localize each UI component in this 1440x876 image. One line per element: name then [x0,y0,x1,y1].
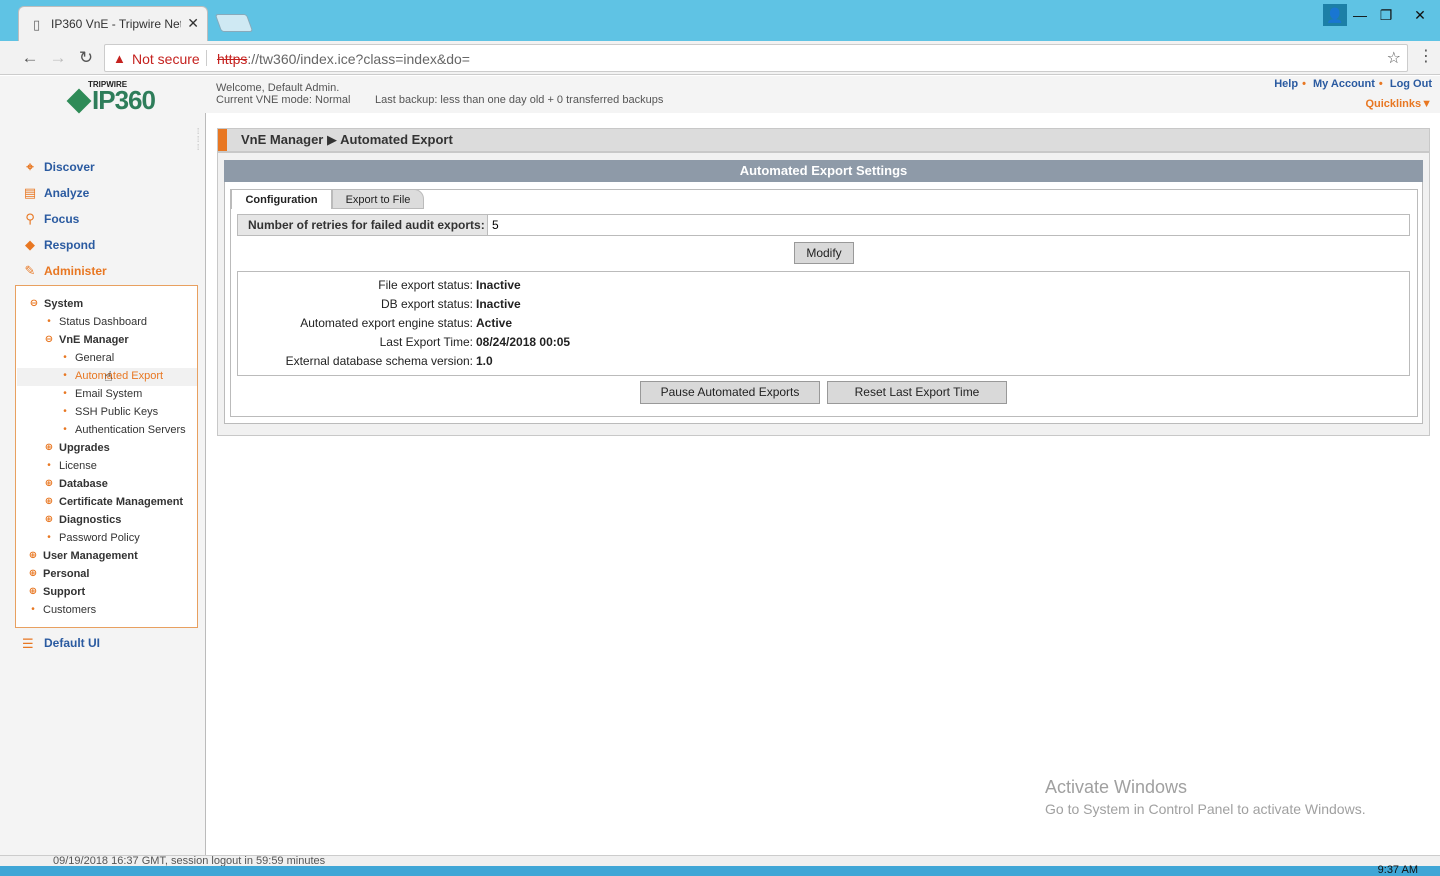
logo-diamond-icon [66,88,92,114]
reset-last-export-time-button[interactable]: Reset Last Export Time [827,381,1007,404]
expand-icon: ⊕ [28,586,38,597]
analyze-icon: ▤ [23,185,37,200]
tab-title: IP360 VnE - Tripwire Netw [51,17,181,31]
reload-icon[interactable]: ↻ [74,46,98,70]
close-window-icon[interactable]: ✕ [1408,4,1432,26]
tree-ssh-public-keys[interactable]: • SSH Public Keys [63,406,158,418]
collapse-icon: ⊖ [29,298,39,309]
quicklinks-menu[interactable]: Quicklinks▼ [1365,98,1432,110]
default-ui-link[interactable]: ☰ Default UI [22,636,100,651]
browser-toolbar: ← → ↻ ▲ Not secure https://tw360/index.i… [0,41,1440,75]
retries-row: Number of retries for failed audit expor… [237,214,1410,236]
discover-icon: ⌖ [26,159,34,174]
logout-link[interactable]: Log Out [1390,78,1432,90]
main-nav: ⌖ Discover ▤ Analyze ⚲ Focus ◆ Respond ✎ Admi… [22,158,107,288]
tree-database[interactable]: ⊕ Database [45,478,108,490]
taskbar-clock: 9:37 AM [1377,864,1418,876]
expand-icon: ⊕ [44,514,54,525]
mouse-cursor-icon: ☝ [104,368,113,384]
tab-export-to-file[interactable]: Export to File [332,189,424,209]
tree-support[interactable]: ⊕ Support [29,586,85,598]
address-divider [206,50,207,66]
tree-status-dashboard[interactable]: • Status Dashboard [47,316,147,328]
top-links: Help • My Account • Log Out [1274,78,1432,90]
forward-arrow-icon[interactable]: → [46,46,70,70]
nav-focus[interactable]: ⚲ Focus [22,210,107,236]
administer-icon: ✎ [24,263,36,278]
breadcrumb-arrow-icon: ▶ [326,132,337,147]
expand-icon: ⊕ [28,568,38,579]
retries-input[interactable] [487,215,1409,235]
activate-windows-watermark: Activate Windows Go to System in Control… [1045,777,1366,817]
tree-personal[interactable]: ⊕ Personal [29,568,90,580]
new-tab-button[interactable] [214,14,254,32]
url-text[interactable]: https://tw360/index.ice?class=index&do= [217,51,470,67]
tree-certificate-management[interactable]: ⊕ Certificate Management [45,496,183,508]
tree-general[interactable]: • General [63,352,114,364]
tab-close-icon[interactable]: ✕ [187,15,199,32]
expand-icon: ⊕ [44,442,54,453]
browser-menu-icon[interactable]: ⋮ [1418,46,1434,66]
respond-icon: ◆ [25,237,35,252]
schema-version-label: External database schema version: [285,354,473,368]
browser-tab[interactable]: ▯ IP360 VnE - Tripwire Netw ✕ [18,6,208,41]
retries-label: Number of retries for failed audit expor… [248,218,485,232]
nav-respond[interactable]: ◆ Respond [22,236,107,262]
tree-license[interactable]: • License [47,460,97,472]
tree-user-management[interactable]: ⊕ User Management [29,550,138,562]
breadcrumb-parent[interactable]: VnE Manager [241,132,323,147]
restore-icon[interactable]: ❐ [1374,4,1398,26]
db-export-status-label: DB export status: [380,297,473,311]
welcome-text: Welcome, Default Admin. Current VNE mode… [216,82,351,106]
default-ui-icon: ☰ [22,636,34,651]
expand-icon: ⊕ [44,478,54,489]
file-export-status-label: File export status: [378,278,473,292]
collapse-icon: ⊖ [44,334,54,345]
breadcrumb: VnE Manager ▶ Automated Export [217,128,1430,152]
tree-password-policy[interactable]: • Password Policy [47,532,139,544]
page-icon: ▯ [33,17,41,32]
windows-taskbar [0,866,1440,876]
tree-authentication-servers[interactable]: • Authentication Servers [63,424,185,436]
expand-icon: ⊕ [28,550,38,561]
tree-diagnostics[interactable]: ⊕ Diagnostics [45,514,122,526]
nav-discover[interactable]: ⌖ Discover [22,158,107,184]
breadcrumb-accent [218,129,227,151]
tab-configuration[interactable]: Configuration [231,189,332,209]
nav-analyze[interactable]: ▤ Analyze [22,184,107,210]
tree-email-system[interactable]: • Email System [63,388,142,400]
profile-icon[interactable]: 👤 [1323,4,1347,26]
engine-status-label: Automated export engine status: [300,316,473,330]
backup-status: Last backup: less than one day old + 0 t… [375,94,664,106]
tree-customers[interactable]: • Customers [31,604,96,616]
sidebar-resize-handle[interactable]: ⁞ ⁞ ⁞ [197,128,203,160]
tree-system[interactable]: ⊖ System [30,298,83,310]
minimize-icon[interactable]: — [1348,4,1372,26]
panel-title: Automated Export Settings [224,160,1423,182]
bookmark-star-icon[interactable]: ☆ [1387,48,1401,68]
tree-upgrades[interactable]: ⊕ Upgrades [45,442,110,454]
last-export-time-label: Last Export Time: [379,335,473,349]
pause-automated-exports-button[interactable]: Pause Automated Exports [640,381,820,404]
help-link[interactable]: Help [1274,78,1298,90]
not-secure-label[interactable]: Not secure [132,51,200,67]
ip360-logo: TRIPWIRE IP360 [66,80,166,120]
tree-vne-manager[interactable]: ⊖ VnE Manager [45,334,129,346]
warning-icon: ▲ [113,51,126,66]
focus-icon: ⚲ [25,211,35,226]
breadcrumb-current: Automated Export [340,132,453,147]
expand-icon: ⊕ [44,496,54,507]
tree-automated-export[interactable]: • Automated Export [63,370,163,382]
back-arrow-icon[interactable]: ← [18,46,42,70]
modify-button[interactable]: Modify [794,242,854,264]
address-bar[interactable]: ▲ Not secure https://tw360/index.ice?cla… [104,44,1408,72]
browser-titlebar [0,0,1440,41]
my-account-link[interactable]: My Account [1313,78,1375,90]
